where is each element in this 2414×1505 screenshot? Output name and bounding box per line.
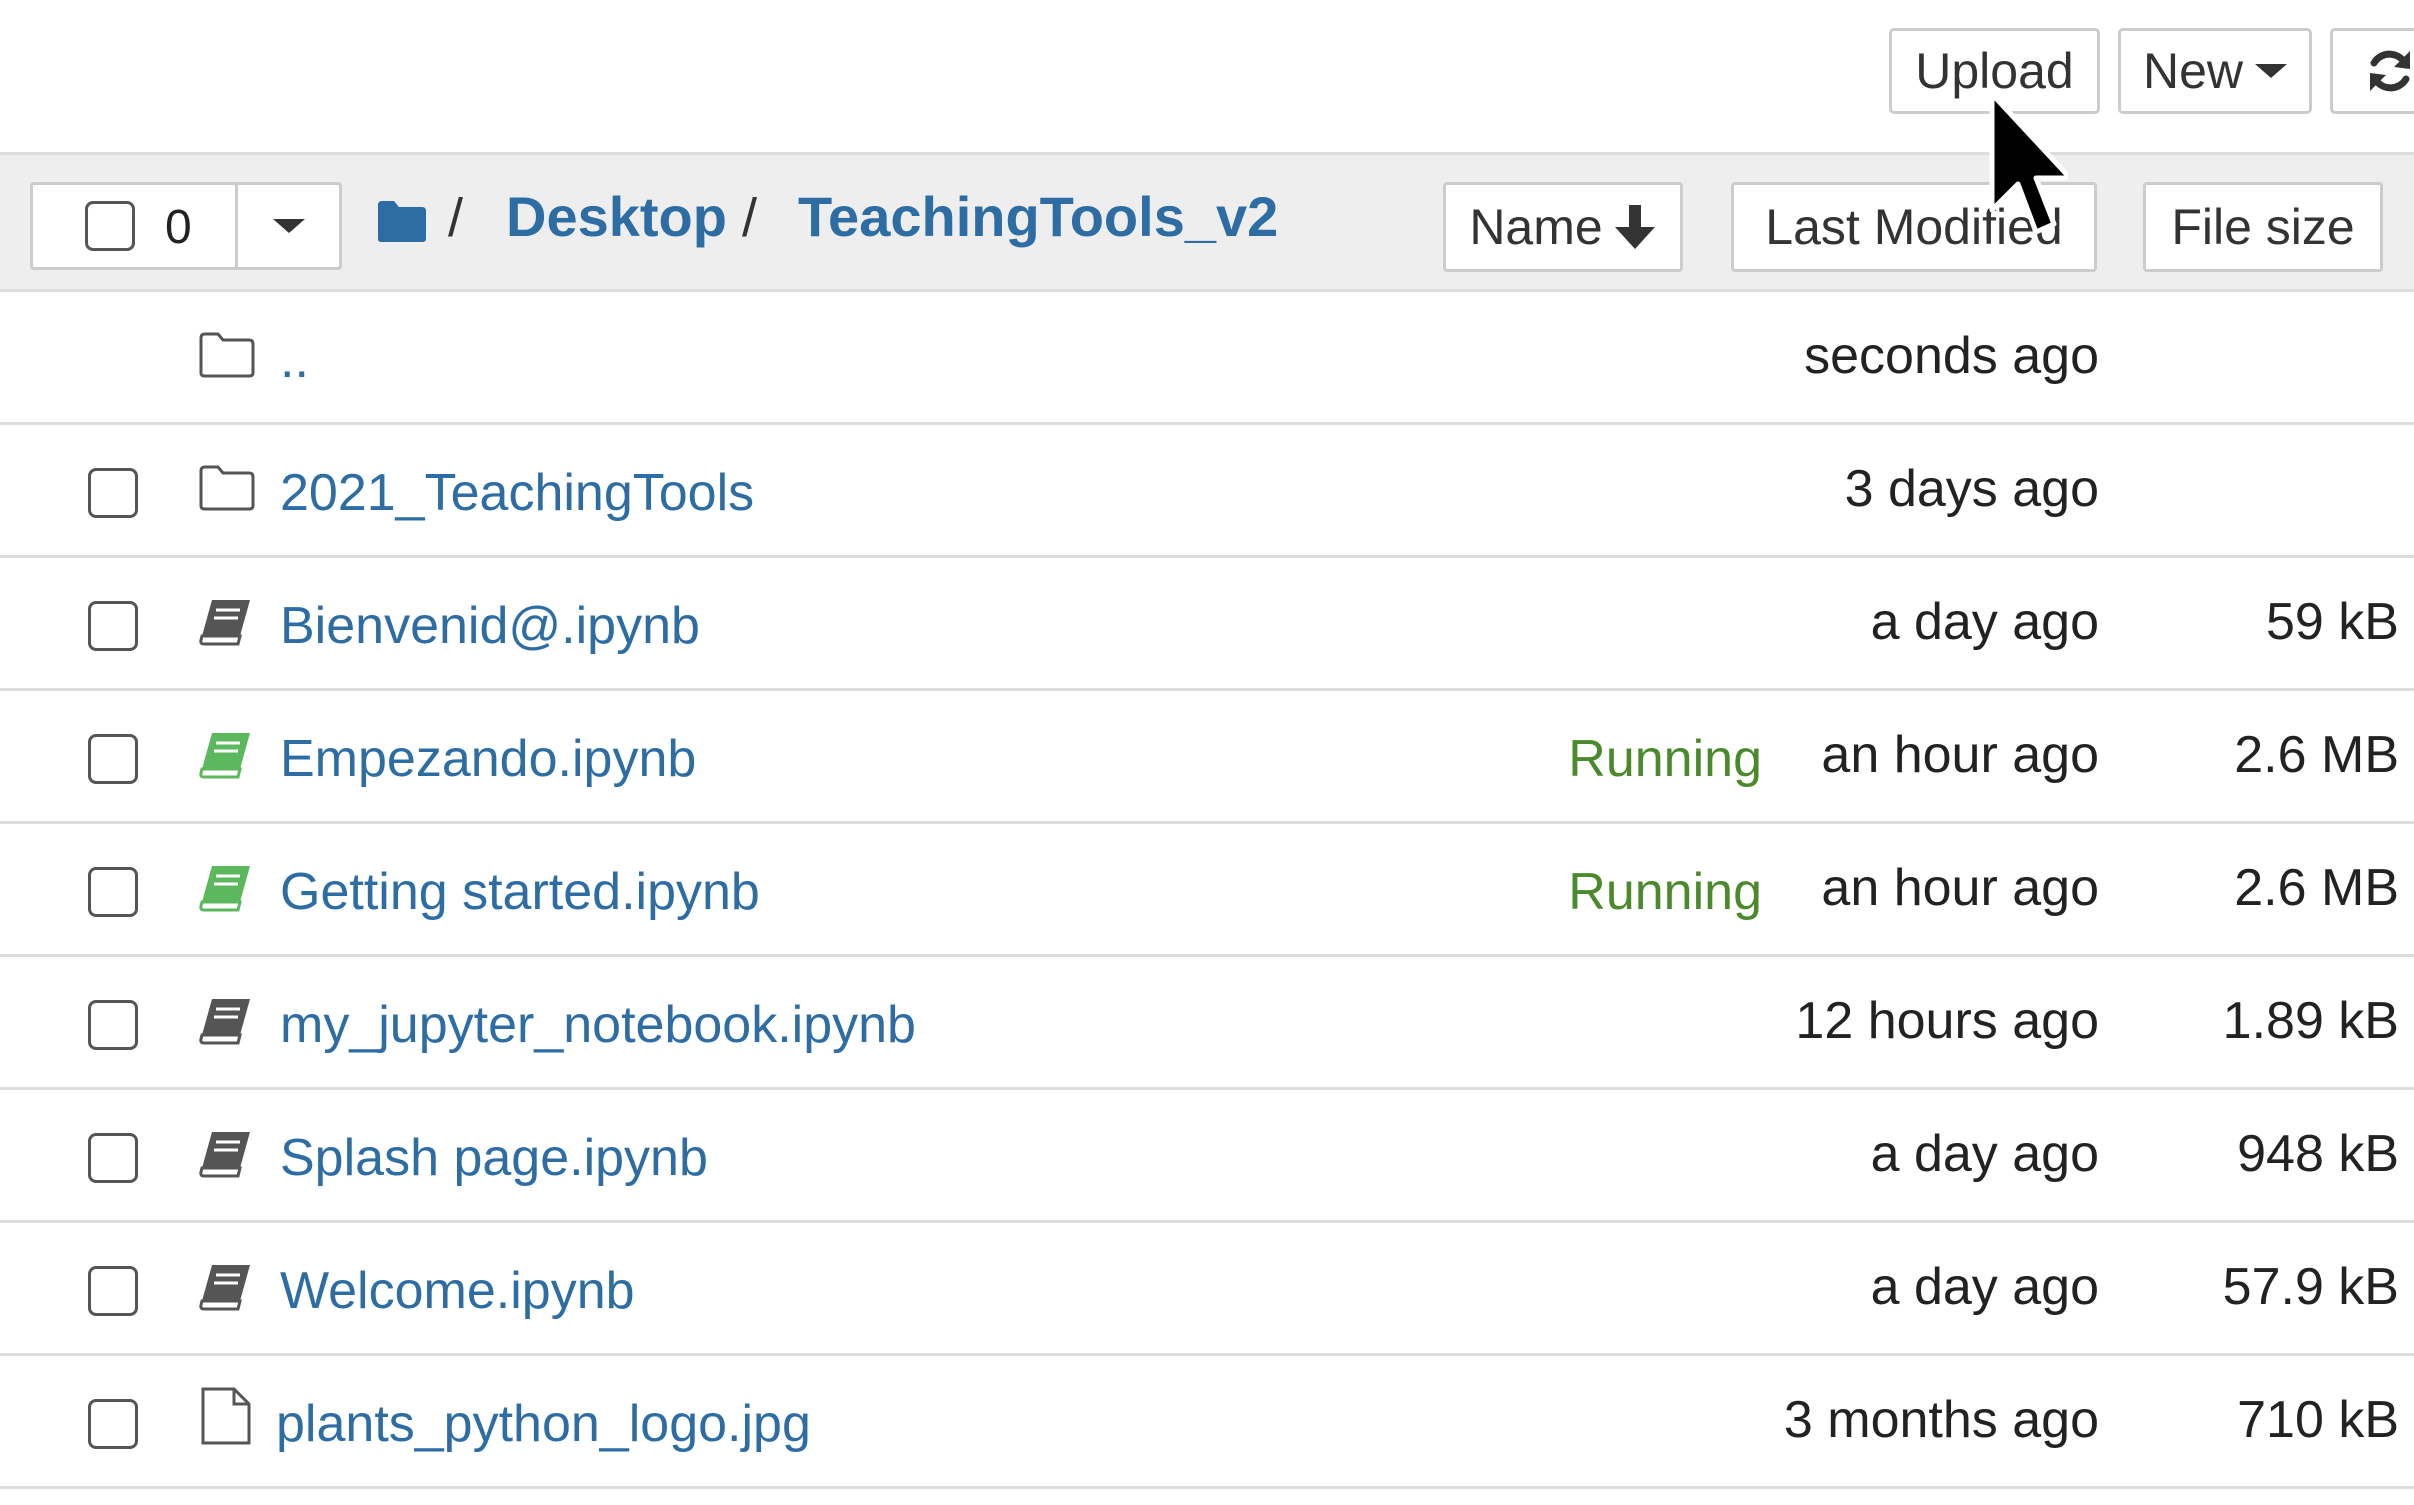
folder-outline-icon	[198, 463, 256, 518]
row-checkbox[interactable]	[88, 601, 138, 651]
new-button-label: New	[2142, 43, 2244, 99]
caret-down-icon	[2255, 64, 2288, 78]
file-modified: an hour ago	[1821, 859, 2099, 917]
folder-outline-icon	[198, 330, 256, 385]
file-size: 1.89 kB	[2222, 992, 2399, 1050]
notebook-icon	[198, 1128, 254, 1185]
file-size: 2.6 MB	[2234, 859, 2399, 917]
sort-by-name-button[interactable]: Name	[1443, 182, 1683, 272]
list-item[interactable]: Bienvenid@.ipynb a day ago 59 kB	[0, 558, 2414, 691]
sort-name-label: Name	[1469, 199, 1603, 255]
list-item[interactable]: 2021_TeachingTools 3 days ago	[0, 425, 2414, 558]
file-name-link[interactable]: plants_python_logo.jpg	[276, 1395, 811, 1453]
row-checkbox[interactable]	[88, 867, 138, 917]
file-size: 57.9 kB	[2222, 1258, 2399, 1316]
select-all-group: 0	[30, 182, 342, 270]
file-modified: a day ago	[1870, 1125, 2099, 1183]
upload-button-label: Upload	[1915, 43, 2074, 99]
file-name-link[interactable]: 2021_TeachingTools	[280, 464, 754, 522]
refresh-icon	[2370, 50, 2410, 92]
file-modified: 3 days ago	[1844, 460, 2099, 518]
file-modified: a day ago	[1870, 593, 2099, 651]
sort-size-label: File size	[2171, 199, 2355, 255]
row-checkbox[interactable]	[88, 1000, 138, 1050]
list-item-parent-dir[interactable]: .. seconds ago	[0, 292, 2414, 425]
file-modified: a day ago	[1870, 1258, 2099, 1316]
sort-by-file-size-button[interactable]: File size	[2143, 182, 2383, 272]
row-checkbox[interactable]	[88, 1399, 138, 1449]
sort-modified-label: Last Modified	[1765, 199, 2063, 255]
file-size: 2.6 MB	[2234, 726, 2399, 784]
file-modified: 3 months ago	[1783, 1391, 2099, 1449]
file-modified: seconds ago	[1804, 327, 2099, 385]
row-checkbox[interactable]	[88, 1266, 138, 1316]
breadcrumb-current-folder[interactable]: TeachingTools_v2	[798, 189, 1278, 245]
sort-by-last-modified-button[interactable]: Last Modified	[1731, 182, 2097, 272]
refresh-button[interactable]	[2330, 28, 2414, 114]
file-modified: 12 hours ago	[1795, 992, 2099, 1050]
new-dropdown-button[interactable]: New	[2118, 28, 2312, 114]
file-name-link[interactable]: Welcome.ipynb	[280, 1262, 635, 1320]
file-icon	[200, 1386, 252, 1451]
file-name-link[interactable]: Bienvenid@.ipynb	[280, 597, 700, 655]
list-item[interactable]: Splash page.ipynb a day ago 948 kB	[0, 1090, 2414, 1223]
arrow-down-icon	[1614, 205, 1655, 249]
list-item[interactable]: Welcome.ipynb a day ago 57.9 kB	[0, 1223, 2414, 1356]
file-list-header: 0 / Desktop / TeachingTools_v2 Name Last…	[0, 152, 2414, 292]
jupyter-file-browser: Upload New 0 / Desktop / TeachingTools_v…	[0, 0, 2414, 1505]
folder-icon[interactable]	[376, 199, 428, 243]
file-name-link[interactable]: my_jupyter_notebook.ipynb	[280, 996, 916, 1054]
file-name-link[interactable]: Splash page.ipynb	[280, 1129, 708, 1187]
running-status: Running	[1568, 730, 1762, 788]
row-checkbox[interactable]	[88, 1133, 138, 1183]
list-item[interactable]: plants_python_logo.jpg 3 months ago 710 …	[0, 1356, 2414, 1489]
row-checkbox[interactable]	[88, 468, 138, 518]
file-name-link[interactable]: Empezando.ipynb	[280, 730, 696, 788]
breadcrumb-desktop[interactable]: Desktop	[506, 189, 727, 245]
file-size: 948 kB	[2237, 1125, 2399, 1183]
list-item[interactable]: Empezando.ipynb Running an hour ago 2.6 …	[0, 691, 2414, 824]
upload-button[interactable]: Upload	[1889, 28, 2100, 114]
row-checkbox[interactable]	[88, 734, 138, 784]
file-name-link[interactable]: Getting started.ipynb	[280, 863, 760, 921]
notebook-running-icon	[198, 862, 254, 919]
notebook-running-icon	[198, 729, 254, 786]
file-size: 59 kB	[2266, 593, 2399, 651]
file-name-link[interactable]: ..	[280, 331, 309, 389]
list-item[interactable]: Getting started.ipynb Running an hour ag…	[0, 824, 2414, 957]
file-modified: an hour ago	[1821, 726, 2099, 784]
select-all-checkbox[interactable]	[85, 201, 135, 251]
breadcrumb-separator: /	[448, 188, 464, 248]
notebook-icon	[198, 995, 254, 1052]
notebook-icon	[198, 1261, 254, 1318]
selected-count: 0	[165, 201, 192, 254]
caret-down-icon	[272, 219, 305, 233]
notebook-icon	[198, 596, 254, 653]
breadcrumb-separator: /	[742, 188, 758, 248]
list-item[interactable]: my_jupyter_notebook.ipynb 12 hours ago 1…	[0, 957, 2414, 1090]
running-status: Running	[1568, 863, 1762, 921]
select-dropdown-button[interactable]	[238, 185, 339, 267]
file-size: 710 kB	[2237, 1391, 2399, 1449]
